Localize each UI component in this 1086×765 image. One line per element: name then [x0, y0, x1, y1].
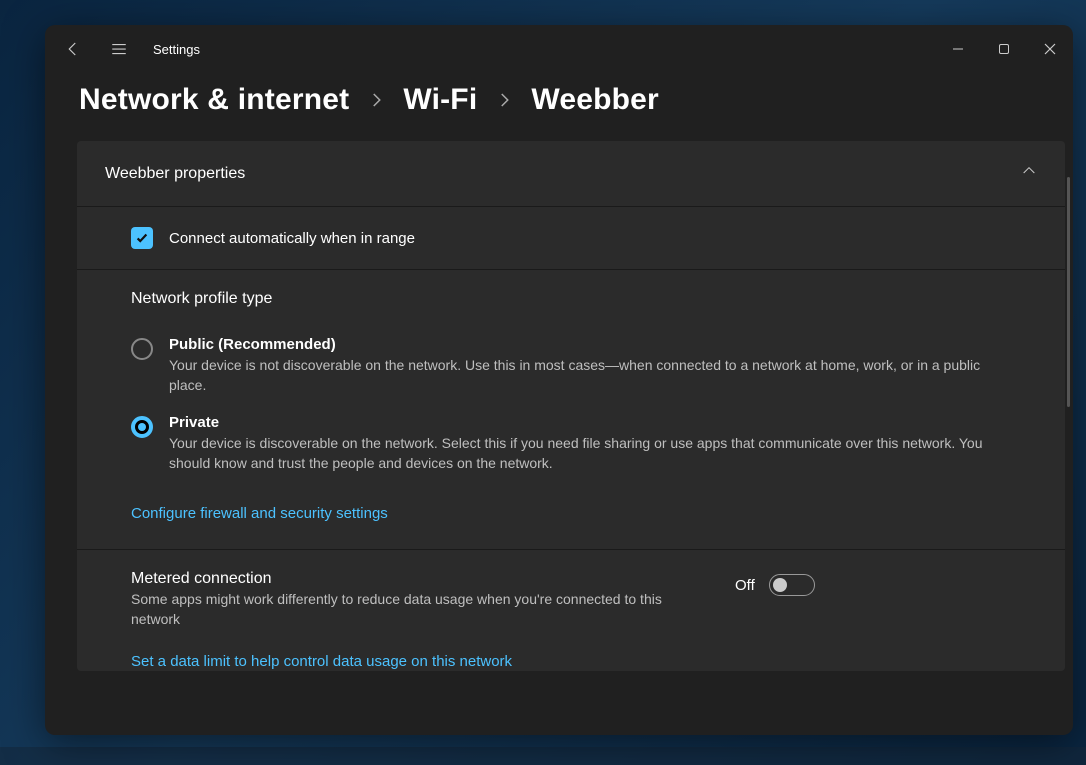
connect-auto-label: Connect automatically when in range — [169, 230, 415, 247]
radio-private-title: Private — [169, 414, 1017, 431]
properties-card: Weebber properties Connect automatically… — [77, 141, 1065, 671]
breadcrumb-network[interactable]: Network & internet — [79, 83, 349, 117]
content-area: Weebber properties Connect automatically… — [45, 141, 1073, 735]
metered-section: Metered connection Some apps might work … — [77, 550, 1065, 671]
chevron-right-icon — [495, 91, 513, 109]
check-icon — [135, 231, 149, 245]
radio-public-title: Public (Recommended) — [169, 336, 1017, 353]
app-title: Settings — [153, 42, 200, 57]
chevron-up-icon — [1021, 163, 1037, 184]
radio-public-desc: Your device is not discoverable on the n… — [169, 355, 1017, 396]
connect-auto-row: Connect automatically when in range — [77, 207, 1065, 270]
maximize-button[interactable] — [981, 25, 1027, 73]
breadcrumb-current: Weebber — [531, 83, 659, 117]
radio-public[interactable] — [131, 338, 153, 360]
profile-type-title: Network profile type — [131, 290, 1037, 308]
scrollbar[interactable] — [1067, 177, 1070, 407]
firewall-link[interactable]: Configure firewall and security settings — [131, 505, 388, 522]
metered-toggle-label: Off — [735, 577, 755, 594]
radio-private-row: Private Your device is discoverable on t… — [131, 414, 1037, 474]
metered-title: Metered connection — [131, 570, 711, 588]
metered-desc: Some apps might work differently to redu… — [131, 590, 711, 629]
titlebar: Settings — [45, 25, 1073, 73]
radio-public-row: Public (Recommended) Your device is not … — [131, 336, 1037, 396]
connect-auto-checkbox[interactable] — [131, 227, 153, 249]
radio-private[interactable] — [131, 416, 153, 438]
chevron-right-icon — [367, 91, 385, 109]
close-button[interactable] — [1027, 25, 1073, 73]
toggle-knob-icon — [773, 578, 787, 592]
settings-window: Settings Network & internet Wi-Fi Weebbe… — [45, 25, 1073, 735]
properties-title: Weebber properties — [105, 165, 245, 183]
menu-button[interactable] — [107, 37, 131, 61]
breadcrumb-wifi[interactable]: Wi-Fi — [403, 83, 477, 117]
data-limit-link[interactable]: Set a data limit to help control data us… — [131, 653, 512, 670]
breadcrumb: Network & internet Wi-Fi Weebber — [45, 73, 1073, 141]
back-button[interactable] — [61, 37, 85, 61]
profile-type-section: Network profile type Public (Recommended… — [77, 270, 1065, 550]
properties-header[interactable]: Weebber properties — [77, 141, 1065, 207]
minimize-button[interactable] — [935, 25, 981, 73]
metered-toggle[interactable] — [769, 574, 815, 596]
radio-private-desc: Your device is discoverable on the netwo… — [169, 433, 1017, 474]
